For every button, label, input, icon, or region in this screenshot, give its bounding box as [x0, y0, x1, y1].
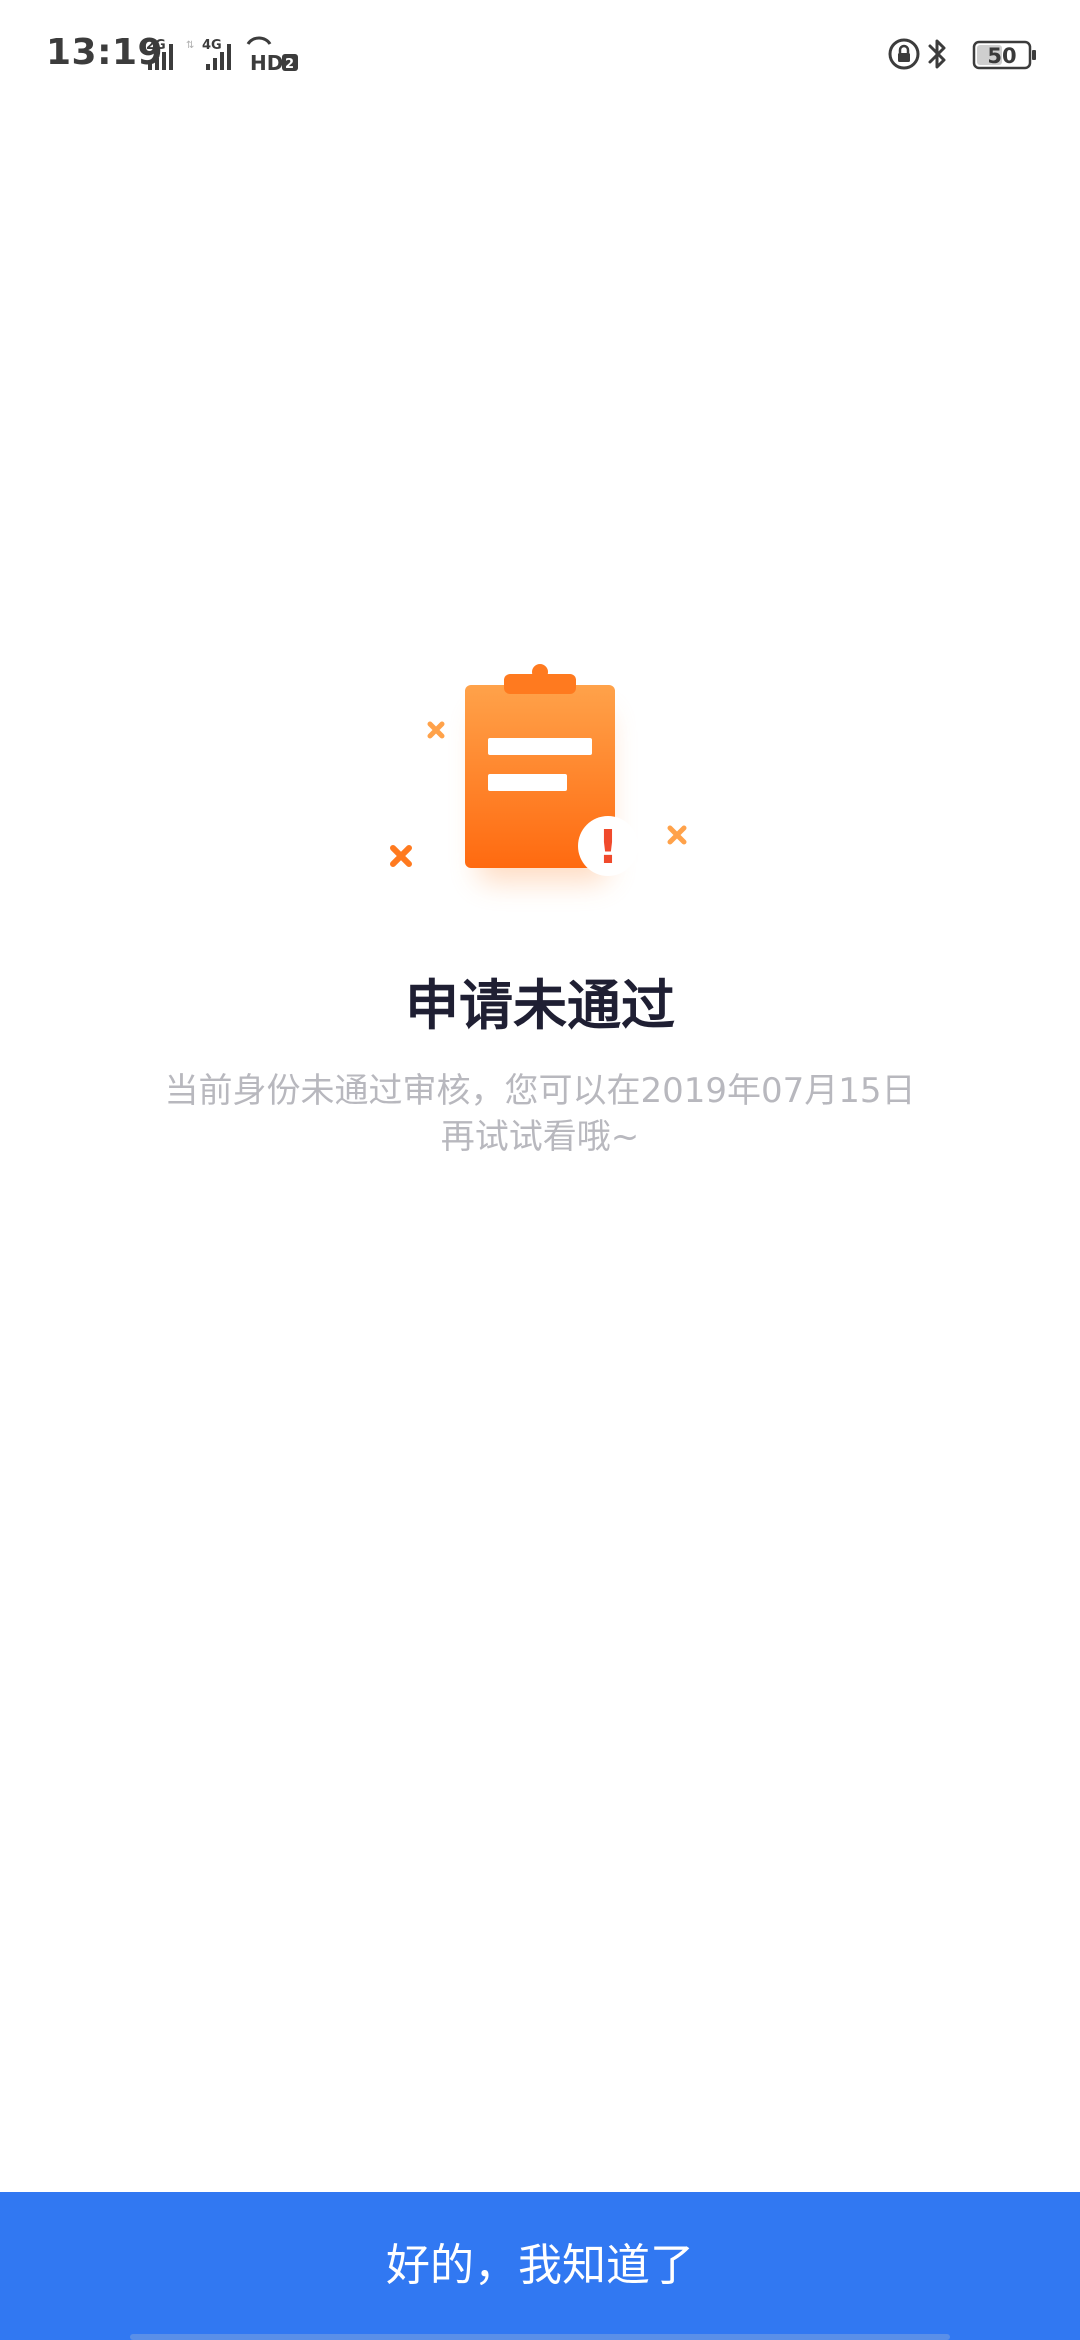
system-status-icons: 50 [888, 38, 1036, 70]
hd-sub-label: 2 [285, 57, 294, 72]
network-type-label: 2G [146, 38, 166, 53]
network-status-icons: 2G ⇅ 4G HD 2 [146, 36, 298, 74]
hd-label: HD [250, 51, 283, 74]
signal-icon: 2G [146, 38, 173, 70]
hd-voice-icon: HD 2 [246, 36, 298, 74]
status-bar: 13:19 2G ⇅ 4G HD 2 50 [0, 0, 1080, 110]
warning-icon: ! [578, 816, 638, 876]
result-description-line: 当前身份未通过审核，您可以在2019年07月15日 [164, 1071, 916, 1111]
result-description-line: 再试试看哦~ [440, 1117, 640, 1157]
svg-text:⇅: ⇅ [186, 40, 194, 51]
result-description: 当前身份未通过审核，您可以在2019年07月15日 再试试看哦~ [140, 1068, 940, 1160]
home-indicator [130, 2334, 950, 2340]
battery-icon: 50 [972, 40, 1036, 70]
rotation-lock-icon [888, 38, 920, 70]
clipboard-warning-icon: ! [390, 664, 687, 882]
result-title: 申请未通过 [405, 974, 675, 1037]
network-type-label: 4G [202, 38, 222, 53]
battery-level: 50 [987, 44, 1016, 68]
bluetooth-icon [928, 39, 946, 69]
confirm-button[interactable]: 好的，我知道了 [0, 2192, 1080, 2340]
warning-mark: ! [598, 820, 619, 874]
signal-icon: 4G [202, 38, 231, 70]
application-rejected-screen: 13:19 2G ⇅ 4G HD 2 50 ! 申请未通过 当前身份未通过审核，… [0, 0, 1080, 2340]
